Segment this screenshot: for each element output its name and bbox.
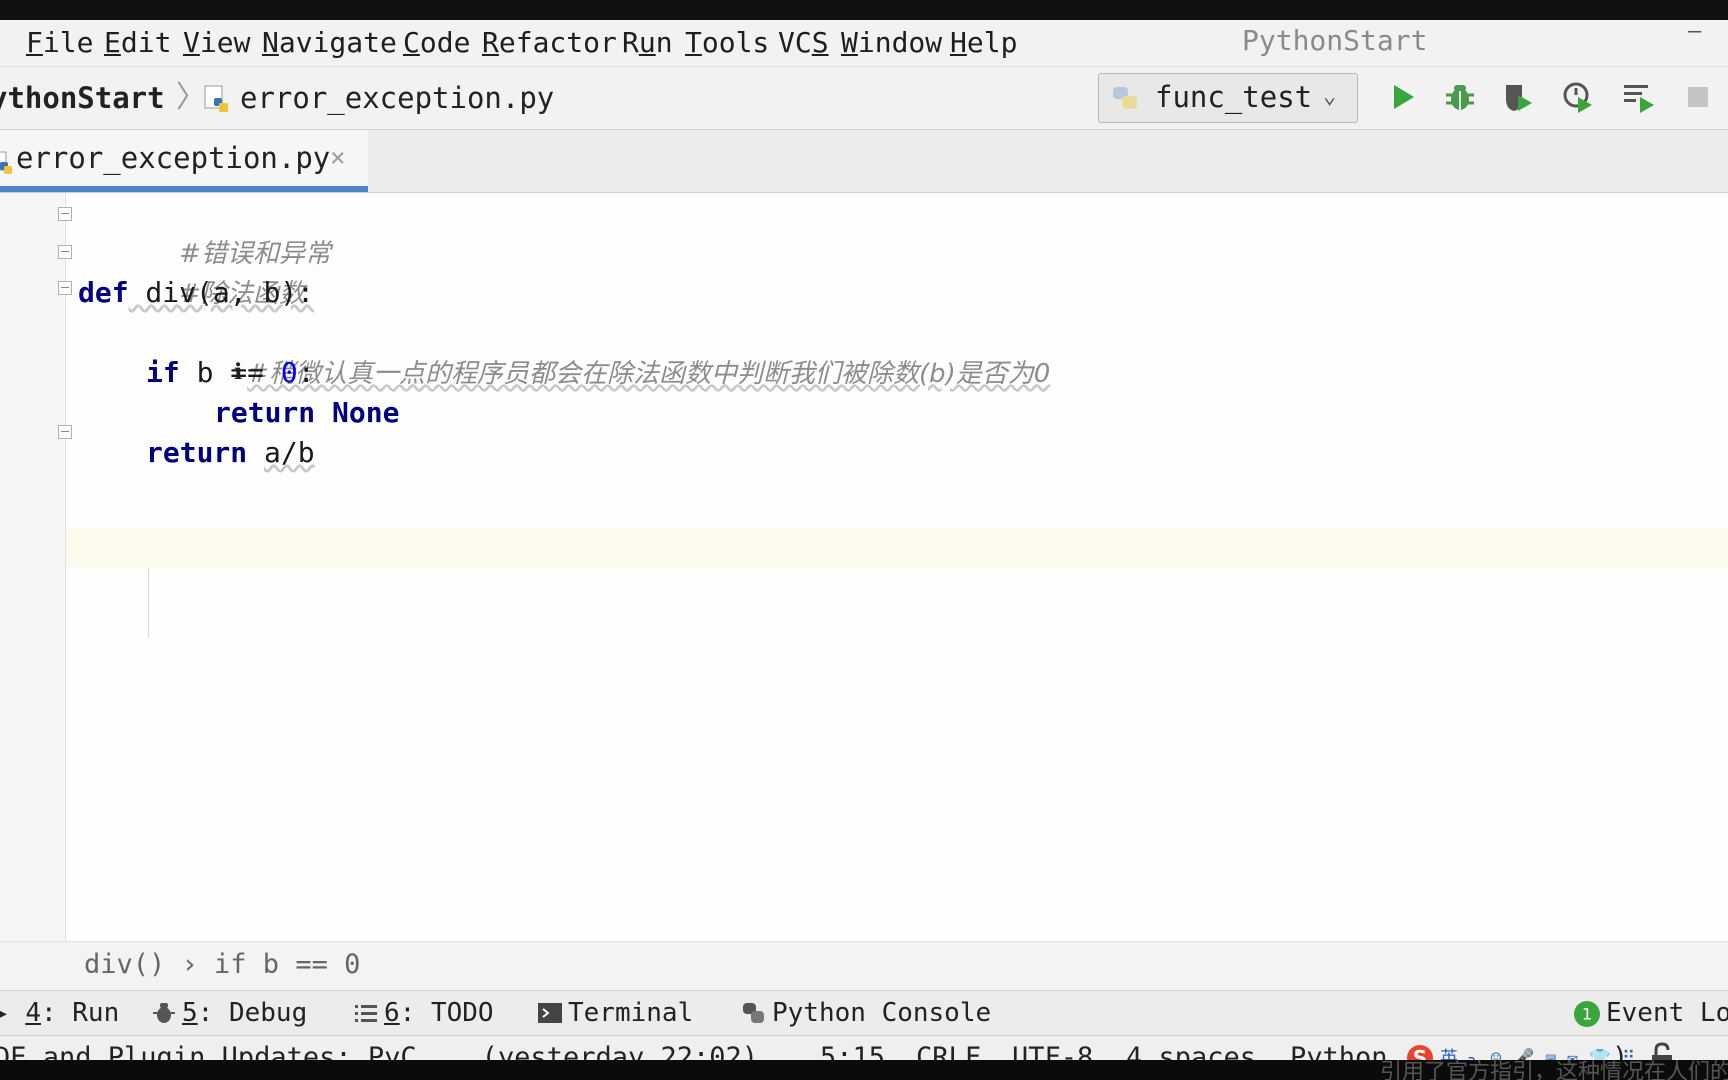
minimize-button[interactable]: –: [1688, 21, 1701, 43]
code-line-3: def div(a, b):: [78, 276, 315, 309]
chevron-down-icon: ⌄: [1323, 84, 1337, 109]
code-line-5: if b == 0:: [146, 356, 315, 389]
bug-icon: [153, 1003, 175, 1023]
caret-position[interactable]: 5:15: [820, 1036, 885, 1060]
code-line-2: #除法函数: [179, 279, 305, 309]
breadcrumb-separator: 〉: [176, 80, 206, 115]
menu-vcs[interactable]: VCS: [778, 20, 829, 66]
ime-toolbar[interactable]: 英 ╮ ☺ 🎤 ⌨ ✉ 👕 ⠿: [1440, 1044, 1635, 1060]
code-breadcrumb-bar: div() › if b == 0: [0, 941, 1728, 990]
breadcrumb-file[interactable]: error_exception.py: [240, 67, 554, 129]
menu-tools[interactable]: Tools: [685, 20, 769, 66]
indent-guide: [148, 568, 149, 638]
python-logo-icon: [743, 1003, 764, 1023]
fold-marker-icon[interactable]: [58, 425, 72, 439]
text-cursor-icon: ℹ: [234, 360, 243, 385]
menu-refactor[interactable]: Refactor: [482, 20, 617, 66]
tab-error-exception[interactable]: error_exception.py ×: [0, 130, 368, 192]
lock-icon[interactable]: [1650, 1042, 1674, 1060]
menu-edit[interactable]: Edit: [104, 20, 171, 66]
tool-window-python-console[interactable]: Python Console: [742, 991, 991, 1035]
list-icon: [355, 1005, 377, 1022]
menu-window[interactable]: Window: [841, 20, 942, 66]
menu-help[interactable]: Help: [950, 20, 1017, 66]
event-count-badge: 1: [1574, 1001, 1600, 1027]
stop-icon[interactable]: [1680, 79, 1716, 115]
fold-marker-icon[interactable]: [58, 281, 72, 295]
code-line-4: #稍微认真一点的程序员都会在除法函数中判断我们被除数(b)是否为0: [247, 359, 1051, 389]
editor-tab-bar: error_exception.py ×: [0, 130, 1728, 193]
run-configuration-label: func_test: [1155, 80, 1313, 114]
tool-window-todo[interactable]: 6: TODO: [354, 991, 494, 1035]
code-editor[interactable]: #错误和异常 #除法函数 def div(a, b): #稍微认真一点的程序员都…: [0, 193, 1728, 941]
run-configuration-select[interactable]: func_test ⌄: [1098, 73, 1358, 123]
tool-window-event-log[interactable]: 1Event Log: [1574, 991, 1728, 1035]
active-tab-indicator: [0, 186, 368, 192]
sogou-ime-icon[interactable]: S: [1406, 1044, 1434, 1060]
svg-text:S: S: [1413, 1046, 1427, 1060]
interpreter[interactable]: Python: [1290, 1036, 1388, 1060]
pycharm-window: File Edit View Navigate Code Refactor Ru…: [0, 20, 1728, 1060]
breadcrumb-project[interactable]: ythonStart: [0, 67, 165, 129]
menu-file[interactable]: File: [26, 20, 93, 66]
menu-run[interactable]: Run: [622, 20, 673, 66]
code-line-6: return None: [214, 396, 400, 429]
python-file-icon: [204, 85, 228, 112]
tool-window-terminal[interactable]: Terminal: [538, 991, 693, 1035]
python-logo-icon: [1113, 87, 1137, 109]
screen-top-edge: [0, 0, 1728, 20]
tool-window-run[interactable]: ▸ 4: Run: [0, 991, 119, 1035]
fold-marker-icon[interactable]: [58, 245, 72, 259]
tool-window-debug[interactable]: 5: Debug: [152, 991, 307, 1035]
code-line-7: return a/b: [146, 436, 315, 469]
profile-icon[interactable]: [1560, 79, 1596, 115]
file-encoding[interactable]: UTF-8: [1012, 1036, 1093, 1060]
run-icon[interactable]: [1384, 79, 1420, 115]
window-title: PythonStart: [1242, 24, 1428, 57]
subtitle-fragment: 引用了官方指引，这种情况在人们的意料之外，可以，错误是业务过程的一部分，下: [1380, 1060, 1728, 1080]
menu-view[interactable]: View: [183, 20, 250, 66]
editor-gutter[interactable]: [0, 193, 66, 941]
current-line-highlight: [0, 528, 1728, 568]
menu-code[interactable]: Code: [403, 20, 470, 66]
close-icon[interactable]: ×: [330, 130, 346, 186]
code-line-1: #错误和异常: [179, 239, 331, 269]
ime-paren: ): [1612, 1042, 1629, 1060]
python-file-icon: [0, 151, 12, 174]
status-bar: DE and Plugin Updates: PyC... (yesterday…: [0, 1035, 1728, 1060]
terminal-icon: [538, 1003, 562, 1023]
fold-marker-icon[interactable]: [58, 207, 72, 221]
run-with-coverage-icon[interactable]: [1500, 79, 1536, 115]
code-breadcrumb[interactable]: div() › if b == 0: [84, 942, 360, 988]
tab-label: error_exception.py: [16, 141, 331, 175]
concurrency-diagram-icon[interactable]: [1620, 79, 1656, 115]
svg-text:1: 1: [1582, 1004, 1592, 1023]
menu-bar: File Edit View Navigate Code Refactor Ru…: [0, 20, 1728, 67]
navigation-bar: ythonStart 〉 error_exception.py func_tes…: [0, 67, 1728, 130]
line-separator[interactable]: CRLF: [916, 1036, 981, 1060]
indent-setting[interactable]: 4 spaces: [1126, 1036, 1256, 1060]
debug-icon[interactable]: [1442, 79, 1478, 115]
tool-window-bar: ▸ 4: Run 5: Debug 6: TODO Terminal Pytho…: [0, 990, 1728, 1035]
status-message[interactable]: DE and Plugin Updates: PyC... (yesterday…: [0, 1036, 758, 1060]
video-subtitle-strip: 引用了官方指引，这种情况在人们的意料之外，可以，错误是业务过程的一部分，下: [0, 1060, 1728, 1080]
menu-navigate[interactable]: Navigate: [262, 20, 397, 66]
